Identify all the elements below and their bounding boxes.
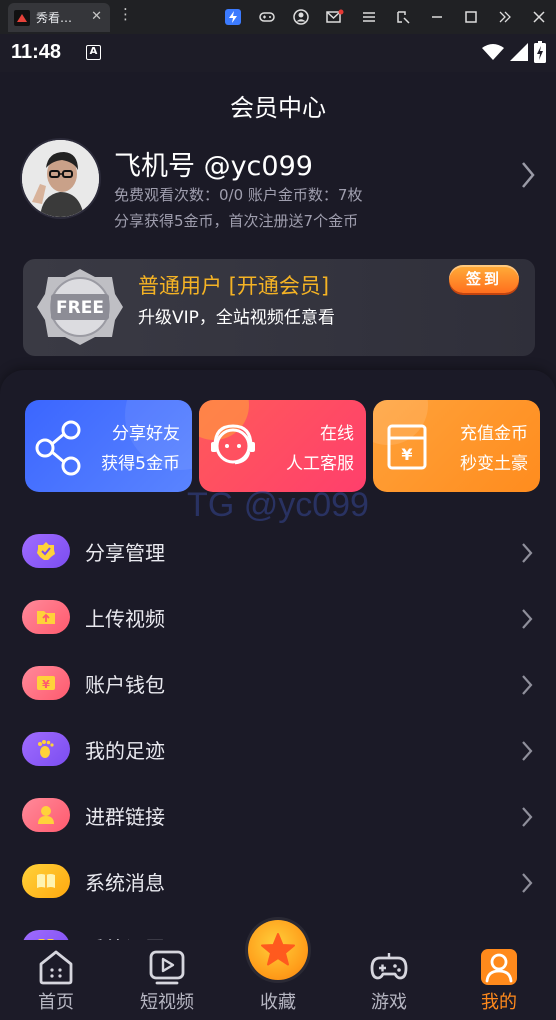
user-icon: [481, 949, 517, 985]
menu-item-wallet[interactable]: ¥ 账户钱包: [0, 653, 556, 713]
chevron-right-icon: [522, 543, 533, 563]
recharge-title: 充值金币: [460, 424, 528, 444]
share-friends-reward: 获得5金币: [101, 454, 180, 474]
extension-bolt-icon[interactable]: [216, 0, 250, 34]
signal-icon: [510, 43, 528, 61]
svg-text:¥: ¥: [42, 678, 50, 691]
nav-games[interactable]: 游戏: [344, 940, 434, 1020]
browser-tab-strip: 秀看… ✕ ⋮: [0, 0, 556, 34]
profile-header[interactable]: 飞机号 @yc099 免费观看次数：0/0 账户金币数：7枚 分享获得5金币，首…: [22, 140, 542, 240]
mail-icon[interactable]: [318, 0, 352, 34]
menu-label-upload-video: 上传视频: [85, 607, 165, 631]
group-link-icon: [22, 798, 70, 832]
menu-label-share-manage: 分享管理: [85, 541, 165, 565]
menu-list-icon[interactable]: [352, 0, 386, 34]
chevron-right-icon: [522, 873, 533, 893]
chevron-right-icon: [522, 741, 533, 761]
account-stats: 免费观看次数：0/0 账户金币数：7枚: [114, 186, 363, 204]
collapse-icon[interactable]: [488, 0, 522, 34]
wifi-icon: [482, 44, 504, 60]
upload-folder-icon: [22, 600, 70, 634]
browser-tab[interactable]: 秀看… ✕: [8, 3, 110, 32]
nav-favorites[interactable]: 收藏: [233, 940, 323, 1020]
vip-subtitle: 升级VIP，全站视频任意看: [138, 308, 335, 328]
status-bar: 11:48 A: [0, 34, 556, 72]
share-reward-note: 分享获得5金币，首次注册送7个金币: [114, 212, 359, 230]
nav-label-favorites: 收藏: [260, 992, 296, 1013]
sign-in-button[interactable]: 签到: [449, 265, 519, 293]
bottom-nav: 首页 短视频 收藏 游戏 我的: [0, 920, 556, 1020]
gamepad-extension-icon[interactable]: [250, 0, 284, 34]
tab-menu-icon[interactable]: ⋮: [118, 7, 133, 22]
wallet-icon: ¥: [22, 666, 70, 700]
nav-label-games: 游戏: [371, 992, 407, 1013]
customer-service-card[interactable]: 在线 人工客服: [199, 400, 366, 492]
battery-charging-icon: [534, 41, 546, 63]
chevron-right-icon: [522, 609, 533, 629]
nav-label-home: 首页: [38, 992, 74, 1013]
play-icon: [149, 950, 185, 985]
footprint-icon: [22, 732, 70, 766]
site-favicon-icon: [14, 9, 30, 26]
home-icon: [39, 950, 73, 985]
status-a-icon: A: [86, 45, 101, 60]
share-friends-card[interactable]: 分享好友 获得5金币: [25, 400, 192, 492]
customer-service-subtitle: 人工客服: [286, 454, 354, 474]
menu-label-wallet: 账户钱包: [85, 673, 165, 697]
nav-short-video[interactable]: 短视频: [122, 940, 212, 1020]
chevron-right-icon: [522, 807, 533, 827]
account-icon[interactable]: [284, 0, 318, 34]
avatar-portrait-icon: [22, 140, 99, 217]
free-badge-text: FREE: [56, 298, 104, 318]
nav-label-mine: 我的: [481, 992, 517, 1013]
svg-text:¥: ¥: [401, 445, 412, 464]
vip-upgrade-card[interactable]: FREE 普通用户 [开通会员] 升级VIP，全站视频任意看 签到: [23, 259, 535, 356]
menu-item-footprint[interactable]: 我的足迹: [0, 719, 556, 779]
menu-item-group-link[interactable]: 进群链接: [0, 785, 556, 845]
customer-service-icon: [211, 424, 255, 465]
tab-title: 秀看…: [36, 11, 73, 25]
nav-mine[interactable]: 我的: [454, 940, 544, 1020]
menu-item-upload-video[interactable]: 上传视频: [0, 587, 556, 647]
chevron-right-icon: [522, 675, 533, 695]
nickname: 飞机号 @yc099: [114, 151, 313, 182]
free-badge-icon: FREE: [37, 269, 123, 345]
avatar[interactable]: [22, 140, 99, 217]
status-time: 11:48: [11, 41, 62, 63]
share-icon: [35, 420, 81, 476]
menu-item-system-message[interactable]: 系统消息: [0, 851, 556, 911]
menu-label-system-message: 系统消息: [85, 871, 165, 895]
page-title: 会员中心: [230, 94, 326, 122]
message-book-icon: [22, 864, 70, 898]
vip-title[interactable]: 普通用户 [开通会员]: [138, 270, 329, 300]
recharge-subtitle: 秒变土豪: [460, 454, 528, 474]
share-friends-title: 分享好友: [112, 424, 180, 444]
share-manage-icon: [22, 534, 70, 568]
watermark-text: TG @yc099: [187, 486, 369, 524]
tab-close-icon[interactable]: ✕: [91, 9, 102, 24]
menu-label-group-link: 进群链接: [85, 805, 165, 829]
main-panel: 分享好友 获得5金币 在线 人工客服 ¥ 充值金币 秒变土豪 TG @yc099: [0, 370, 556, 964]
minimize-icon[interactable]: [420, 0, 454, 34]
maximize-icon[interactable]: [454, 0, 488, 34]
nav-label-short-video: 短视频: [140, 992, 194, 1013]
screenshot-icon[interactable]: [386, 0, 420, 34]
gamepad-icon: [370, 953, 408, 980]
nav-home[interactable]: 首页: [11, 940, 101, 1020]
recharge-coins-card[interactable]: ¥ 充值金币 秒变土豪: [373, 400, 540, 492]
chevron-right-icon[interactable]: [520, 160, 536, 190]
yuan-wallet-icon: ¥: [387, 424, 427, 470]
customer-service-title: 在线: [320, 424, 354, 444]
menu-label-footprint: 我的足迹: [85, 739, 165, 763]
close-window-icon[interactable]: [522, 0, 556, 34]
menu-item-share-manage[interactable]: 分享管理: [0, 521, 556, 581]
